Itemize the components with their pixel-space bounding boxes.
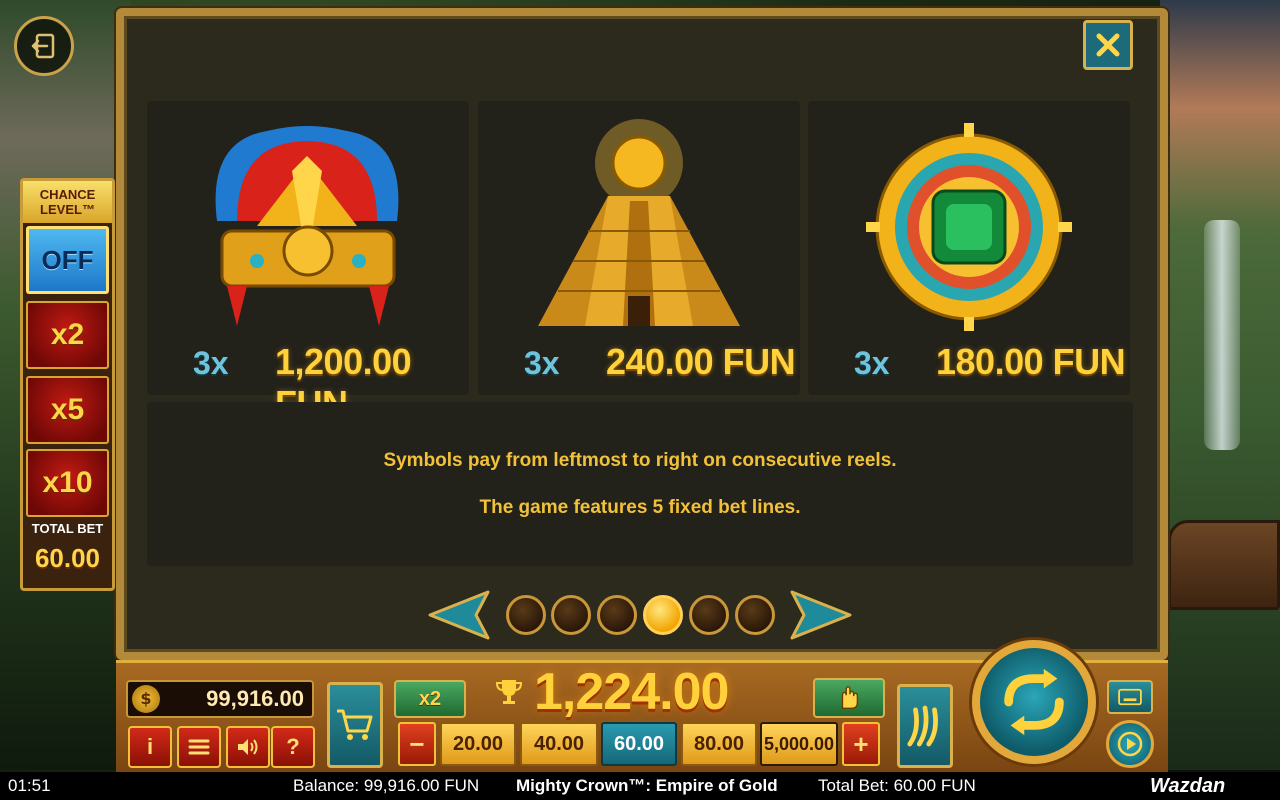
info-button[interactable]: i — [128, 726, 172, 768]
symbol-payout: 180.00 FUN — [936, 341, 1126, 382]
win-display: 1,224.00 — [474, 662, 810, 721]
page-dot-5[interactable] — [689, 595, 729, 635]
page-dot-4-active[interactable] — [643, 595, 683, 635]
background-jungle-right — [1160, 0, 1280, 770]
bet-option-40[interactable]: 40.00 — [520, 722, 598, 766]
feather-crown-icon — [147, 101, 469, 341]
bet-option-max[interactable]: 5,000.00 — [760, 722, 838, 766]
hand-icon — [841, 686, 859, 709]
clock-time: 01:51 — [8, 776, 51, 795]
chance-total-bet-label: TOTAL BET — [31, 521, 104, 536]
bet-option-80[interactable]: 80.00 — [681, 722, 757, 766]
symbol-card-crown: 3x 1,200.00 FUN — [147, 101, 469, 424]
money-bag-icon: $ — [132, 685, 160, 713]
fx2-button[interactable]: x2 — [394, 680, 466, 718]
chili-peppers-icon — [907, 705, 938, 747]
info-line-bet-lines: The game features 5 fixed bet lines. — [479, 497, 801, 518]
spin-button[interactable] — [972, 640, 1096, 764]
spin-arrows-icon — [1004, 668, 1064, 736]
prev-page-button[interactable] — [426, 588, 492, 642]
bet-option-60-selected[interactable]: 60.00 — [601, 722, 677, 766]
brand-logo: Wazdan — [1150, 774, 1226, 797]
screen-toggle-icon — [1118, 688, 1142, 706]
info-icon: i — [146, 734, 154, 759]
page-dot-1[interactable] — [506, 595, 546, 635]
buy-feature-button[interactable] — [327, 682, 383, 768]
balance-value: 99,916.00 — [206, 686, 304, 711]
waterfall — [1204, 220, 1240, 450]
symbol-payout: 240.00 FUN — [606, 341, 796, 382]
gamble-button[interactable] — [813, 678, 885, 718]
autoplay-icon — [1117, 731, 1143, 757]
chance-off-button[interactable]: OFF — [26, 226, 109, 294]
autoplay-button[interactable] — [1106, 720, 1154, 768]
status-total-bet: Total Bet: 60.00 FUN — [818, 776, 976, 795]
paytable-pager — [426, 588, 856, 644]
fx2-label: x2 — [418, 687, 442, 710]
symbol-card-amulet: 3x 180.00 FUN — [808, 101, 1130, 395]
symbol-multiplier: 3x — [854, 345, 890, 381]
chance-x5-button[interactable]: x5 — [26, 376, 109, 444]
page-dot-3[interactable] — [597, 595, 637, 635]
chance-level-title: CHANCE LEVEL™ — [23, 181, 112, 223]
pyramid-sun-icon — [478, 101, 800, 341]
page-dot-6[interactable] — [735, 595, 775, 635]
bet-option-20[interactable]: 20.00 — [440, 722, 516, 766]
status-balance: Balance: 99,916.00 FUN — [293, 776, 480, 795]
exit-icon — [31, 33, 55, 59]
close-icon — [1096, 33, 1120, 57]
paytable-info-box: Symbols pay from leftmost to right on co… — [147, 402, 1133, 566]
balance-display: $ 99,916.00 — [126, 680, 314, 718]
symbol-multiplier: 3x — [524, 345, 560, 381]
chance-total-bet-value: 60.00 — [34, 543, 101, 573]
chance-x10-button[interactable]: x10 — [26, 449, 109, 517]
help-button[interactable]: ? — [271, 726, 315, 768]
bet-selector: − 20.00 40.00 60.00 80.00 5,000.00 + — [398, 722, 884, 768]
info-line-pay-direction: Symbols pay from leftmost to right on co… — [383, 450, 897, 471]
arrow-left-icon — [428, 590, 490, 640]
close-button[interactable] — [1083, 20, 1133, 70]
game-title: Mighty Crown™: Empire of Gold — [516, 776, 778, 795]
symbol-card-pyramid: 3x 240.00 FUN — [478, 101, 800, 395]
turbo-button[interactable] — [897, 684, 953, 768]
bet-minus-button[interactable]: − — [398, 722, 436, 766]
hamburger-icon — [188, 739, 210, 755]
next-page-button[interactable] — [788, 588, 854, 642]
exit-button[interactable] — [14, 16, 74, 76]
menu-button[interactable] — [177, 726, 221, 768]
settings-toggle-button[interactable] — [1107, 680, 1153, 714]
bet-plus-button[interactable]: + — [842, 722, 880, 766]
chance-level-panel: CHANCE LEVEL™ OFF x2 x5 x10 TOTAL BET 60… — [20, 178, 115, 591]
status-bar: 01:51 Balance: 99,916.00 FUN Mighty Crow… — [0, 772, 1280, 800]
speaker-icon — [238, 739, 258, 755]
symbol-multiplier: 3x — [193, 345, 229, 381]
page-dot-2[interactable] — [551, 595, 591, 635]
trophy-icon — [495, 680, 523, 704]
chance-x2-button[interactable]: x2 — [26, 301, 109, 369]
emerald-amulet-icon — [808, 101, 1130, 341]
sound-button[interactable] — [226, 726, 270, 768]
arrow-right-icon — [790, 590, 852, 640]
treasure-chest — [1168, 520, 1280, 610]
win-value: 1,224.00 — [534, 663, 729, 721]
question-icon: ? — [286, 734, 300, 759]
cart-icon — [337, 709, 373, 740]
